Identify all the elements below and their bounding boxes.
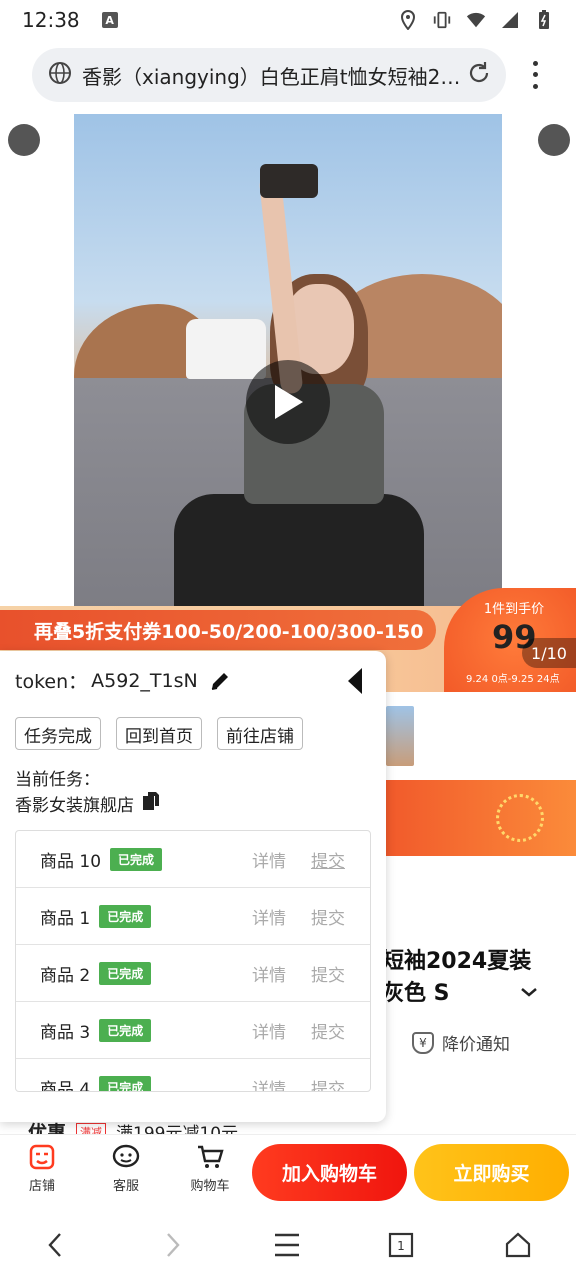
bottom-action-bar: 店铺 客服 购物车 加入购物车 立即购买 (0, 1134, 576, 1208)
shop-name: 香影女装旗舰店 (15, 796, 134, 816)
browser-nav-bar: 1 (0, 1212, 576, 1280)
current-task-shop: 香影女装旗舰店 (15, 791, 160, 816)
status-time: 12:38 (22, 8, 80, 32)
status-badge: 已完成 (110, 847, 163, 871)
task-item-list[interactable]: 商品 10 已完成 详情 提交 商品 1 已完成 详情 提交 商品 2 已完成 … (15, 830, 371, 1092)
customer-service-icon (112, 1143, 140, 1171)
status-badge: 已完成 (99, 904, 152, 928)
copy-icon[interactable] (142, 791, 160, 816)
product-title: 短袖2024夏装 灰色 S (382, 946, 572, 1010)
globe-icon (48, 61, 72, 89)
panel-buttons: 任务完成 回到首页 前往店铺 (15, 717, 303, 750)
detail-link[interactable]: 详情 (252, 1075, 286, 1092)
price-dates: 9.24 0点-9.25 24点 (466, 674, 560, 685)
home-icon[interactable] (503, 1230, 533, 1260)
item-name: 商品 2 (40, 965, 91, 986)
battery-icon (534, 10, 554, 30)
service-label: 客服 (112, 1179, 139, 1194)
service-action[interactable]: 客服 (96, 1143, 156, 1194)
submit-link[interactable]: 提交 (311, 1075, 345, 1092)
status-bar: 12:38 A (0, 0, 576, 40)
location-icon (398, 10, 418, 30)
price-notify[interactable]: ¥ 降价通知 (412, 1030, 510, 1055)
coupon-text: 再叠5折支付券100-50/200-100/300-150 (34, 620, 424, 643)
url-text[interactable]: 香影（xiangying）白色正肩t恤女短袖2024夏装 (82, 61, 466, 90)
list-item: 商品 1 已完成 详情 提交 (16, 888, 370, 945)
sku-thumbnail[interactable] (386, 706, 414, 766)
status-badge: 已完成 (99, 961, 152, 985)
chevron-down-icon[interactable] (520, 982, 538, 1003)
status-icons (398, 10, 554, 30)
detail-link[interactable]: 详情 (252, 961, 286, 986)
list-item: 商品 2 已完成 详情 提交 (16, 945, 370, 1002)
url-bar[interactable]: 香影（xiangying）白色正肩t恤女短袖2024夏装 (32, 48, 506, 102)
activity-banner[interactable] (386, 780, 576, 856)
store-icon (28, 1143, 56, 1171)
buy-now-button[interactable]: 立即购买 (414, 1144, 569, 1201)
list-item: 商品 4 已完成 详情 提交 (16, 1059, 370, 1092)
store-action[interactable]: 店铺 (12, 1143, 72, 1194)
play-video-button[interactable] (246, 360, 330, 444)
token-row: token： A592_T1sN (15, 667, 232, 694)
forward-arrow-icon[interactable] (158, 1230, 188, 1260)
submit-link[interactable]: 提交 (311, 961, 345, 986)
add-to-cart-button[interactable]: 加入购物车 (252, 1144, 407, 1201)
token-label: token： (15, 671, 88, 693)
store-label: 店铺 (28, 1179, 55, 1194)
submit-link[interactable]: 提交 (311, 904, 345, 929)
collapse-panel-icon[interactable] (346, 667, 364, 695)
reload-icon[interactable] (466, 60, 492, 90)
more-menu-icon[interactable] (520, 58, 550, 92)
submit-link[interactable]: 提交 (311, 1018, 345, 1043)
item-name: 商品 10 (40, 851, 102, 872)
item-name: 商品 1 (40, 908, 91, 929)
price-tag-icon: ¥ (412, 1031, 434, 1054)
cart-action[interactable]: 购物车 (180, 1143, 240, 1194)
task-complete-button[interactable]: 任务完成 (15, 717, 101, 750)
item-name: 商品 3 (40, 1022, 91, 1043)
list-item: 商品 10 已完成 详情 提交 (16, 831, 370, 888)
detail-link[interactable]: 详情 (252, 1018, 286, 1043)
back-arrow-icon[interactable] (40, 1230, 70, 1260)
go-to-store-button[interactable]: 前往店铺 (217, 717, 303, 750)
more-round-icon[interactable] (538, 124, 570, 156)
token-value: A592_T1sN (91, 669, 198, 692)
product-title-line2: 灰色 S (382, 981, 450, 1006)
cart-label: 购物车 (190, 1179, 230, 1194)
back-home-button[interactable]: 回到首页 (116, 717, 202, 750)
menu-lines-icon[interactable] (272, 1230, 302, 1260)
wifi-icon (466, 10, 486, 30)
vibrate-icon (432, 10, 452, 30)
price-caption: 1件到手价 (483, 602, 545, 617)
item-name: 商品 4 (40, 1079, 91, 1092)
signal-icon (500, 10, 520, 30)
edit-pencil-icon[interactable] (208, 669, 232, 693)
coupon-strip: 再叠5折支付券100-50/200-100/300-150 (0, 610, 436, 650)
tabs-icon[interactable]: 1 (386, 1230, 416, 1260)
product-title-line1: 短袖2024夏装 (382, 949, 532, 974)
status-badge: 已完成 (99, 1075, 152, 1091)
price-notify-label[interactable]: 降价通知 (442, 1030, 510, 1055)
product-gallery[interactable] (0, 106, 576, 608)
current-task-label: 当前任务： (15, 770, 100, 790)
text-input-icon: A (101, 12, 118, 28)
image-page-indicator: 1/10 (522, 638, 576, 668)
task-panel: token： A592_T1sN 任务完成 回到首页 前往店铺 当前任务： 香影… (0, 651, 386, 1122)
detail-link[interactable]: 详情 (252, 904, 286, 929)
cart-icon (196, 1143, 224, 1171)
submit-link[interactable]: 提交 (311, 847, 345, 872)
list-item: 商品 3 已完成 详情 提交 (16, 1002, 370, 1059)
svg-text:1: 1 (397, 1239, 405, 1253)
back-round-icon[interactable] (8, 124, 40, 156)
status-badge: 已完成 (99, 1018, 152, 1042)
detail-link[interactable]: 详情 (252, 847, 286, 872)
